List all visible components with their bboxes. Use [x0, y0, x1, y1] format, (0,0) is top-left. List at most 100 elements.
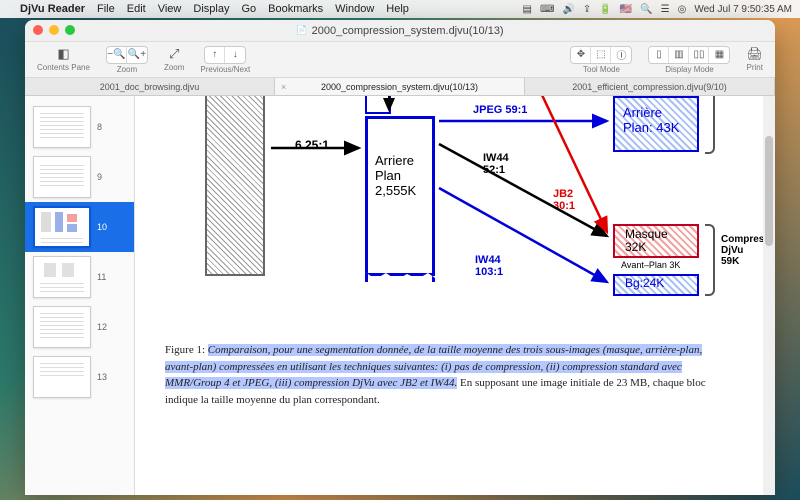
menu-edit[interactable]: Edit — [127, 3, 146, 15]
toolmode-group: ✥ ⬚ Ⓘ Tool Mode — [564, 44, 638, 76]
wifi-icon[interactable]: ⇪ — [583, 4, 591, 15]
two-continuous-icon: ▦ — [715, 49, 724, 60]
hand-icon: ✥ — [577, 49, 585, 60]
battery-icon[interactable]: 🔋 — [599, 4, 611, 15]
app-window: 📄 2000_compression_system.djvu(10/13) ◧ … — [25, 20, 775, 495]
zoom-out-icon: −🔍 — [107, 49, 125, 60]
toolmode-text-button[interactable]: Ⓘ — [611, 47, 631, 63]
menu-bookmarks[interactable]: Bookmarks — [268, 3, 323, 15]
label-arriere-big: Arriere Plan 2,555K — [375, 154, 416, 199]
thumbnail[interactable]: 8 — [25, 102, 134, 152]
down-arrow-icon: ↓ — [233, 49, 238, 60]
thumbnail-selected[interactable]: 10 — [25, 202, 134, 252]
vertical-scrollbar[interactable] — [763, 96, 775, 495]
toolmode-select-button[interactable]: ⬚ — [591, 47, 611, 63]
zoom-out-button[interactable]: −🔍 — [107, 47, 127, 63]
zoom-in-button[interactable]: 🔍+ — [127, 47, 147, 63]
page-number: 10 — [97, 222, 113, 232]
label-625: 6.25:1 — [295, 138, 329, 152]
tab-efficient-compression[interactable]: 2001_efficient_compression.djvu(9/10) — [525, 78, 775, 95]
thumb-preview — [33, 306, 91, 348]
figure-caption[interactable]: Figure 1: Comparaison, pour une segmenta… — [145, 342, 753, 408]
clock[interactable]: Wed Jul 7 9:50:35 AM — [694, 4, 792, 15]
tab-compression-system[interactable]: × 2000_compression_system.djvu(10/13) — [275, 78, 525, 95]
page-number: 12 — [97, 322, 113, 332]
box-blue-small — [365, 96, 391, 114]
menu-go[interactable]: Go — [241, 3, 256, 15]
label-avant3k: Avant–Plan 3K — [621, 260, 680, 270]
document-tabs: 2001_doc_browsing.djvu × 2000_compressio… — [25, 78, 775, 96]
zoom-fit-button[interactable]: ⤢ Zoom — [158, 44, 190, 74]
menu-help[interactable]: Help — [386, 3, 409, 15]
thumbnail[interactable]: 11 — [25, 252, 134, 302]
app-name[interactable]: DjVu Reader — [20, 3, 85, 15]
page-number: 13 — [97, 372, 113, 382]
toolmode-hand-button[interactable]: ✥ — [571, 47, 591, 63]
prev-page-button[interactable]: ↑ — [205, 47, 225, 63]
menu-file[interactable]: File — [97, 3, 115, 15]
prevnext-group: ↑ ↓ Previous/Next — [194, 44, 256, 76]
zoom-button[interactable] — [65, 25, 75, 35]
minimize-button[interactable] — [49, 25, 59, 35]
display-single-button[interactable]: ▯ — [649, 47, 669, 63]
next-page-button[interactable]: ↓ — [225, 47, 245, 63]
thumbnail[interactable]: 13 — [25, 352, 134, 402]
bluetooth-icon[interactable]: ⌨ — [540, 4, 554, 15]
close-button[interactable] — [33, 25, 43, 35]
two-page-icon: ▯▯ — [693, 49, 704, 60]
close-icon[interactable]: × — [281, 82, 286, 92]
up-arrow-icon: ↑ — [212, 49, 217, 60]
label-arriere-43k: Arrière Plan: 43K — [623, 106, 679, 136]
thumb-preview — [33, 206, 91, 248]
caption-figure-label: Figure 1: — [165, 344, 205, 356]
window-titlebar[interactable]: 📄 2000_compression_system.djvu(10/13) — [25, 20, 775, 42]
scrollbar-handle[interactable] — [765, 136, 773, 246]
tab-label: 2001_doc_browsing.djvu — [100, 82, 200, 92]
label-bg24: Bg:24K — [625, 276, 664, 290]
menubar-status: ▤ ⌨ 🔊 ⇪ 🔋 🇺🇸 🔍 ☰ ◎ Wed Jul 7 9:50:35 AM — [523, 4, 792, 15]
thumbnail[interactable]: 9 — [25, 152, 134, 202]
page-view[interactable]: Avant–Plan 5K Avant–Plan 3K compression … — [135, 96, 775, 495]
tab-label: 2000_compression_system.djvu(10/13) — [321, 82, 478, 92]
control-center-icon[interactable]: ☰ — [661, 4, 670, 15]
page-number: 9 — [97, 172, 113, 182]
sidebar-icon: ◧ — [57, 46, 69, 62]
label-jpeg: JPEG 59:1 — [473, 104, 527, 116]
print-button[interactable]: 🖨 Print — [740, 44, 769, 74]
status-icon[interactable]: ▤ — [523, 4, 532, 15]
menu-window[interactable]: Window — [335, 3, 374, 15]
label-masque: Masque 32K — [625, 228, 668, 254]
tab-label: 2001_efficient_compression.djvu(9/10) — [572, 82, 726, 92]
single-page-icon: ▯ — [656, 49, 662, 60]
menu-view[interactable]: View — [158, 3, 182, 15]
spotlight-icon[interactable]: 🔍 — [640, 4, 652, 15]
label-jb2: JB2 30:1 — [553, 188, 575, 212]
tab-doc-browsing[interactable]: 2001_doc_browsing.djvu — [25, 78, 275, 95]
label-iw44-52: IW44 52:1 — [483, 152, 509, 176]
printer-icon: 🖨 — [746, 46, 763, 62]
fit-icon: ⤢ — [169, 46, 179, 62]
display-cont-button[interactable]: ▥ — [669, 47, 689, 63]
zoom-in-icon: 🔍+ — [128, 49, 146, 60]
volume-icon[interactable]: 🔊 — [562, 4, 574, 15]
thumbnail-pane[interactable]: 8 9 10 — [25, 96, 135, 495]
text-cursor-icon: Ⓘ — [616, 47, 626, 62]
box-uncompressed — [205, 96, 265, 276]
flag-icon[interactable]: 🇺🇸 — [620, 4, 632, 15]
content-area: 8 9 10 — [25, 96, 775, 495]
displaymode-group: ▯ ▥ ▯▯ ▦ Display Mode — [642, 44, 736, 76]
siri-icon[interactable]: ◎ — [678, 4, 687, 15]
thumb-preview — [33, 106, 91, 148]
doc-icon: 📄 — [296, 25, 307, 36]
contents-pane-button[interactable]: ◧ Contents Pane — [31, 44, 96, 74]
document-page: Avant–Plan 5K Avant–Plan 3K compression … — [135, 96, 763, 495]
thumbnail[interactable]: 12 — [25, 302, 134, 352]
window-controls — [33, 25, 75, 35]
zoom-group: −🔍 🔍+ Zoom — [100, 44, 154, 76]
page-number: 11 — [97, 272, 113, 282]
mac-menubar: DjVu Reader File Edit View Display Go Bo… — [0, 0, 800, 18]
menu-display[interactable]: Display — [193, 3, 229, 15]
figure-1: Avant–Plan 5K Avant–Plan 3K compression … — [145, 96, 753, 336]
display-twocont-button[interactable]: ▦ — [709, 47, 729, 63]
display-two-button[interactable]: ▯▯ — [689, 47, 709, 63]
